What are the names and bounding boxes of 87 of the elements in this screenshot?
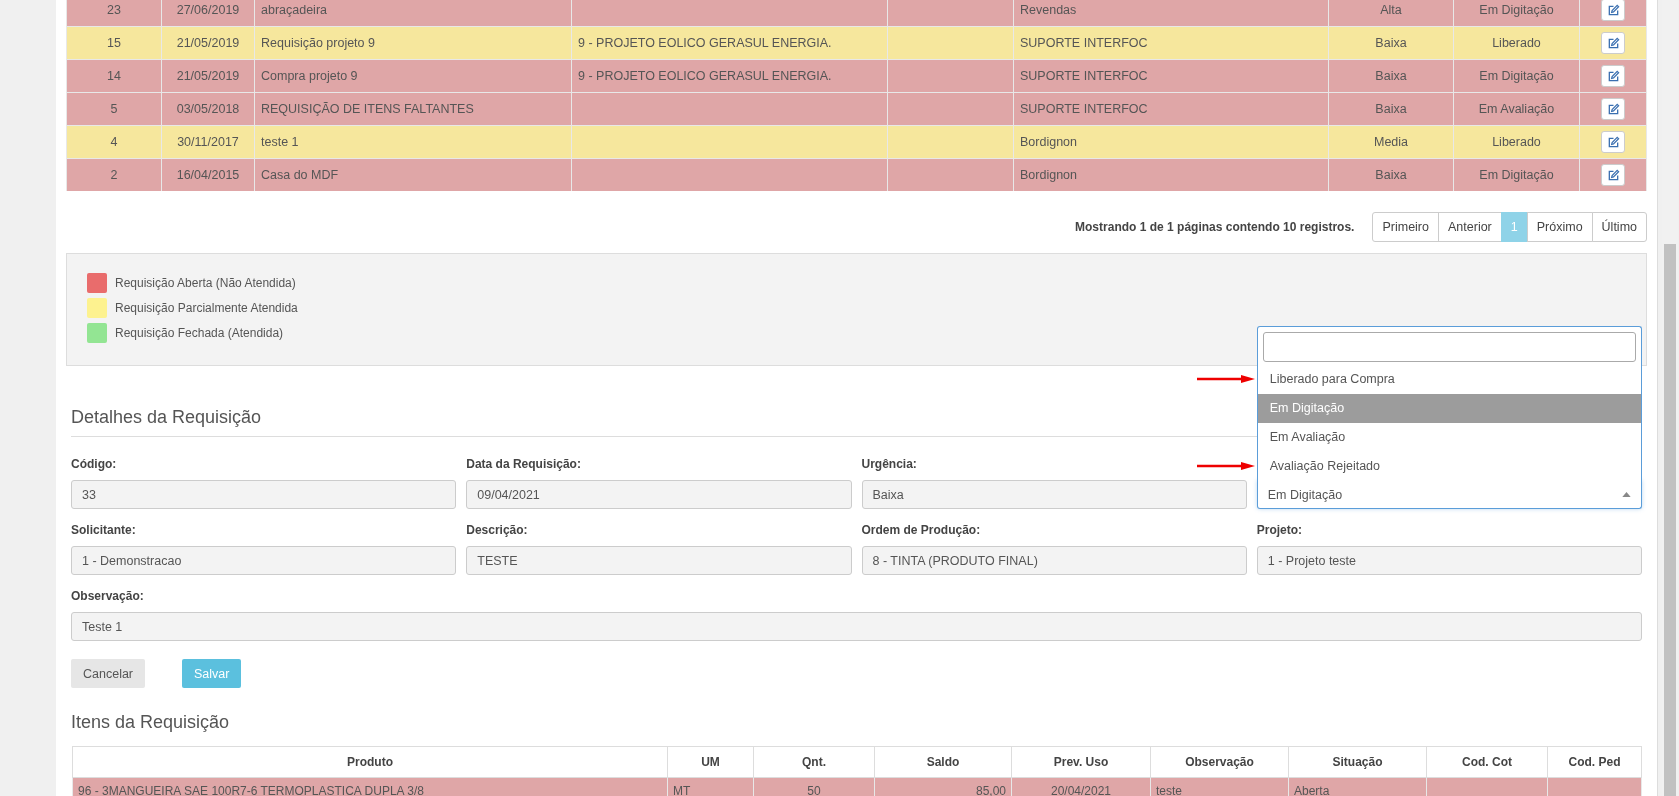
table-cell: SUPORTE INTERFOC	[1013, 92, 1329, 126]
legend-label: Requisição Aberta (Não Atendida)	[115, 276, 296, 290]
dropdown-option[interactable]: Liberado para Compra	[1257, 365, 1641, 394]
table-cell: Requisição projeto 9	[254, 26, 572, 60]
input-field[interactable]: 8 - TINTA (PRODUTO FINAL)	[861, 546, 1247, 575]
column-header: UM	[667, 746, 754, 778]
column-header: Prev. Uso	[1011, 746, 1151, 778]
field-label: Solicitante:	[71, 523, 137, 537]
search-field[interactable]	[1262, 332, 1636, 362]
field-label: Ordem de Produção:	[861, 523, 982, 537]
table-cell: REQUISIÇÃO DE ITENS FALTANTES	[254, 92, 572, 126]
table-cell: Baixa	[1328, 92, 1454, 126]
column-header: Observação	[1150, 746, 1289, 778]
section-title: Itens da Requisição	[71, 712, 231, 734]
table-cell: 23	[66, 0, 162, 27]
edit-icon	[1606, 3, 1620, 17]
caret-icon	[1622, 492, 1631, 497]
edit-button[interactable]	[1601, 98, 1625, 120]
table-cell: 14	[66, 59, 162, 93]
edit-icon	[1606, 36, 1620, 50]
input-field[interactable]: TESTE	[466, 546, 852, 575]
input-field[interactable]: 1 - Projeto teste	[1256, 546, 1642, 575]
input-field[interactable]: Teste 1	[71, 612, 1642, 641]
table-cell: 27/06/2019	[161, 0, 255, 27]
input-field[interactable]: 1 - Demonstracao	[71, 546, 457, 575]
edit-icon	[1606, 102, 1620, 116]
table-cell: Alta	[1328, 0, 1454, 27]
table-cell: 21/05/2019	[161, 26, 255, 60]
table-cell: Compra projeto 9	[254, 59, 572, 93]
table-cell: Liberado	[1453, 26, 1580, 60]
edit-button[interactable]	[1601, 65, 1625, 87]
table-cell: Em Digitação	[1453, 59, 1580, 93]
field-label: Projeto:	[1256, 523, 1304, 537]
edit-button[interactable]	[1601, 32, 1625, 54]
column-header: Produto	[72, 746, 668, 778]
input-field[interactable]: Baixa	[861, 480, 1247, 509]
cancel-button[interactable]: Cancelar	[71, 659, 146, 688]
table-cell: 9 - PROJETO EOLICO GERASUL ENERGIA.	[571, 59, 888, 93]
pagination-button[interactable]: Último	[1591, 212, 1647, 242]
field-label: Urgência:	[861, 457, 918, 471]
table-cell: Liberado	[1453, 125, 1580, 159]
table-cell: Em Avaliação	[1453, 92, 1580, 126]
table-cell: 15	[66, 26, 162, 60]
field-label: Código:	[71, 457, 118, 471]
table-cell: abraçadeira	[254, 0, 572, 27]
edit-icon	[1606, 135, 1620, 149]
pagination-summary: Mostrando 1 de 1 páginas contendo 10 registros.	[1075, 220, 1355, 234]
pagination-button[interactable]: Próximo	[1526, 212, 1593, 242]
table-cell: SUPORTE INTERFOC	[1013, 59, 1329, 93]
table-cell: SUPORTE INTERFOC	[1013, 26, 1329, 60]
table-cell: 03/05/2018	[161, 92, 255, 126]
column-header: Cod. Cot	[1426, 746, 1548, 778]
scrollbar-thumb[interactable]	[1664, 244, 1676, 796]
table-cell: Em Digitação	[1453, 0, 1580, 27]
column-header: Saldo	[874, 746, 1012, 778]
input-field[interactable]: 09/04/2021	[466, 480, 852, 509]
column-header: Cod. Ped	[1547, 746, 1642, 778]
table-cell: Revendas	[1013, 0, 1329, 27]
field-label: Descrição:	[466, 523, 529, 537]
table-cell: 2	[66, 158, 162, 191]
pagination-button[interactable]: Primeiro	[1372, 212, 1439, 242]
table-cell: Baixa	[1328, 59, 1454, 93]
table-cell: teste 1	[254, 125, 572, 159]
edit-icon	[1606, 168, 1620, 182]
edit-button[interactable]	[1601, 164, 1625, 186]
table-cell: 21/05/2019	[161, 59, 255, 93]
table-cell: Bordignon	[1013, 125, 1329, 159]
dropdown-option[interactable]: Avaliação Rejeitado	[1257, 452, 1641, 481]
field-label: Observação:	[71, 589, 145, 603]
table-cell: Baixa	[1328, 26, 1454, 60]
edit-button[interactable]	[1601, 131, 1625, 153]
column-header: Situação	[1288, 746, 1427, 778]
edit-button[interactable]	[1601, 0, 1625, 21]
legend-label: Requisição Fechada (Atendida)	[115, 326, 284, 340]
table-cell: 4	[66, 125, 162, 159]
pagination-button[interactable]: Anterior	[1438, 212, 1502, 242]
select-field[interactable]: Em Digitação	[1256, 480, 1642, 509]
table-cell: 5	[66, 92, 162, 126]
table-cell: 30/11/2017	[161, 125, 255, 159]
table-cell: 96 - 3MANGUEIRA SAE 100R7-6 TERMOPLASTICA DUPLA 3/8	[72, 777, 668, 796]
table-cell: Media	[1328, 125, 1454, 159]
edit-icon	[1606, 69, 1620, 83]
column-header: Qnt.	[753, 746, 875, 778]
field-label: Data da Requisição:	[466, 457, 582, 471]
input-field[interactable]: 33	[71, 480, 457, 509]
legend-label: Requisição Parcialmente Atendida	[115, 301, 298, 315]
table-cell: 9 - PROJETO EOLICO GERASUL ENERGIA.	[571, 26, 888, 60]
